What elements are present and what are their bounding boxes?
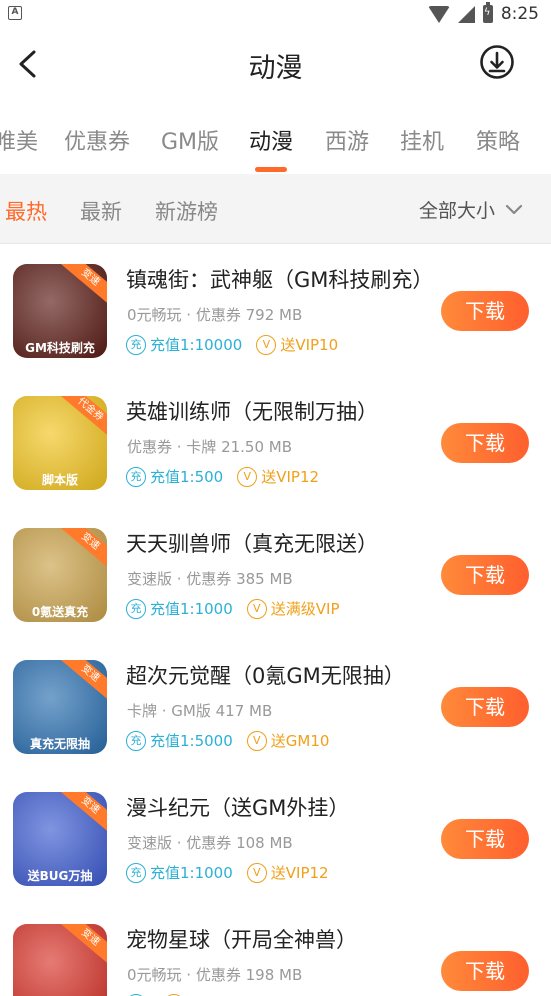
vip-tag: V 送满级VIP <box>246 598 340 619</box>
status-time: 8:25 <box>500 4 539 24</box>
vip-icon: V <box>246 730 267 751</box>
category-tabs: 唯美 优惠券 GM版 动漫 西游 挂机 策略 <box>0 104 551 174</box>
tab-gm[interactable]: GM版 <box>161 124 219 156</box>
game-meta: 变速版 · 优惠券 385 MB <box>127 570 293 588</box>
signal-icon <box>457 5 475 23</box>
game-meta: 优惠券 · 卡牌 21.50 MB <box>127 438 293 456</box>
filter-hot[interactable]: 最热 <box>5 196 47 226</box>
header: 动漫 <box>0 28 551 104</box>
filter-bar: 最热 最新 新游榜 全部大小 <box>0 174 551 244</box>
game-icon-caption: 脚本版 <box>41 473 78 487</box>
recharge-tag: 充 充值1:1000 <box>126 598 233 619</box>
vip-label: 送GM10 <box>270 732 330 750</box>
vip-icon: V <box>246 598 267 619</box>
game-row[interactable]: 代金券 脚本版 英雄训练师（无限制万抽） 优惠券 · 卡牌 21.50 MB 充… <box>0 376 551 508</box>
vip-tag: V 送VIP12 <box>246 862 329 883</box>
recharge-icon: 充 <box>126 862 146 883</box>
game-icon[interactable]: 变速 送BUG万抽 <box>13 792 107 886</box>
download-button[interactable]: 下载 <box>441 687 529 727</box>
recharge-label: 充值1:1000 <box>150 600 233 618</box>
game-tags: 充 充值1:5000 V 送GM10 <box>126 730 329 751</box>
game-title[interactable]: 宠物星球（开局全神兽） <box>126 924 357 954</box>
game-row[interactable]: 变速 宠物星球（开局全神兽） 0元畅玩 · 优惠券 198 MB 充 V 下载 <box>0 904 551 996</box>
recharge-icon: 充 <box>126 334 146 355</box>
vip-tag: V 送VIP12 <box>237 466 319 487</box>
game-meta: 卡牌 · GM版 417 MB <box>127 702 273 720</box>
wifi-icon <box>427 5 450 23</box>
recharge-label: 充值1:500 <box>150 468 224 486</box>
game-meta: 变速版 · 优惠券 108 MB <box>127 834 293 852</box>
game-icon[interactable]: 变速 0氪送真充 <box>13 528 107 622</box>
game-icon[interactable]: 变速 真充无限抽 <box>13 660 107 754</box>
recharge-tag: 充 充值1:500 <box>126 466 223 487</box>
vip-icon: V <box>237 466 258 487</box>
app-notification-icon: A <box>8 6 22 20</box>
download-button[interactable]: 下载 <box>441 951 529 991</box>
game-title[interactable]: 超次元觉醒（0氪GM无限抽） <box>126 660 405 690</box>
battery-icon <box>482 2 493 23</box>
vip-tag: V 送VIP10 <box>256 334 338 355</box>
game-row[interactable]: 变速 送BUG万抽 漫斗纪元（送GM外挂） 变速版 · 优惠券 108 MB 充… <box>0 772 551 904</box>
status-icons: 8:25 <box>427 2 539 25</box>
recharge-tag: 充 充值1:1000 <box>126 862 233 883</box>
game-row[interactable]: 变速 0氪送真充 天天驯兽师（真充无限送） 变速版 · 优惠券 385 MB 充… <box>0 508 551 640</box>
game-title[interactable]: 英雄训练师（无限制万抽） <box>126 396 378 426</box>
download-button[interactable]: 下载 <box>441 423 529 463</box>
tab-strategy[interactable]: 策略 <box>476 124 520 156</box>
page-title: 动漫 <box>248 53 303 84</box>
chevron-down-icon <box>505 204 523 214</box>
tab-idle[interactable]: 挂机 <box>400 124 444 156</box>
game-title[interactable]: 天天驯兽师（真充无限送） <box>126 528 378 558</box>
game-title[interactable]: 镇魂街：武神躯（GM科技刷充） <box>126 264 433 294</box>
recharge-icon: 充 <box>126 598 146 619</box>
tab-weimei[interactable]: 唯美 <box>0 124 38 156</box>
game-tags: 充 充值1:1000 V 送满级VIP <box>126 598 340 619</box>
download-icon <box>480 45 514 79</box>
size-filter-label: 全部大小 <box>418 200 495 222</box>
game-row[interactable]: 变速 GM科技刷充 镇魂街：武神躯（GM科技刷充） 0元畅玩 · 优惠券 792… <box>0 244 551 376</box>
vip-tag: V 送GM10 <box>246 730 330 751</box>
tab-coupons[interactable]: 优惠券 <box>64 124 130 156</box>
game-icon-caption: GM科技刷充 <box>25 341 95 355</box>
recharge-label: 充值1:1000 <box>150 864 233 882</box>
game-icon-caption: 真充无限抽 <box>29 737 90 751</box>
game-tags: 充 充值1:10000 V 送VIP10 <box>126 334 338 355</box>
game-icon-caption: 送BUG万抽 <box>27 869 93 883</box>
game-title[interactable]: 漫斗纪元（送GM外挂） <box>126 792 349 822</box>
filter-new[interactable]: 最新 <box>80 196 122 226</box>
game-meta: 0元畅玩 · 优惠券 792 MB <box>127 306 303 324</box>
game-icon[interactable]: 变速 GM科技刷充 <box>13 264 107 358</box>
recharge-tag: 充 充值1:10000 <box>126 334 242 355</box>
download-button[interactable]: 下载 <box>441 555 529 595</box>
size-filter-dropdown[interactable]: 全部大小 <box>419 196 523 223</box>
game-row[interactable]: 变速 真充无限抽 超次元觉醒（0氪GM无限抽） 卡牌 · GM版 417 MB … <box>0 640 551 772</box>
vip-label: 送VIP10 <box>280 336 339 354</box>
vip-icon: V <box>256 334 277 355</box>
game-icon[interactable]: 变速 <box>13 924 107 996</box>
active-tab-indicator <box>255 167 287 172</box>
tab-anime[interactable]: 动漫 <box>249 124 293 156</box>
game-icon-caption: 0氪送真充 <box>31 605 89 619</box>
status-bar: A 8:25 <box>0 0 551 28</box>
download-manager-button[interactable] <box>479 44 515 80</box>
recharge-icon: 充 <box>126 730 146 751</box>
vip-icon: V <box>246 862 267 883</box>
recharge-label: 充值1:10000 <box>150 336 243 354</box>
vip-label: 送满级VIP <box>270 600 340 618</box>
vip-label: 送VIP12 <box>261 468 320 486</box>
download-button[interactable]: 下载 <box>441 819 529 859</box>
game-meta: 0元畅玩 · 优惠券 198 MB <box>127 966 303 984</box>
game-icon[interactable]: 代金券 脚本版 <box>13 396 107 490</box>
recharge-icon: 充 <box>126 466 146 487</box>
recharge-tag: 充 充值1:5000 <box>126 730 233 751</box>
recharge-label: 充值1:5000 <box>150 732 233 750</box>
game-tags: 充 充值1:500 V 送VIP12 <box>126 466 319 487</box>
download-button[interactable]: 下载 <box>441 291 529 331</box>
game-tags: 充 充值1:1000 V 送VIP12 <box>126 862 329 883</box>
filter-new-games-rank[interactable]: 新游榜 <box>155 196 218 226</box>
tab-xiyou[interactable]: 西游 <box>325 124 369 156</box>
vip-label: 送VIP12 <box>270 864 329 882</box>
